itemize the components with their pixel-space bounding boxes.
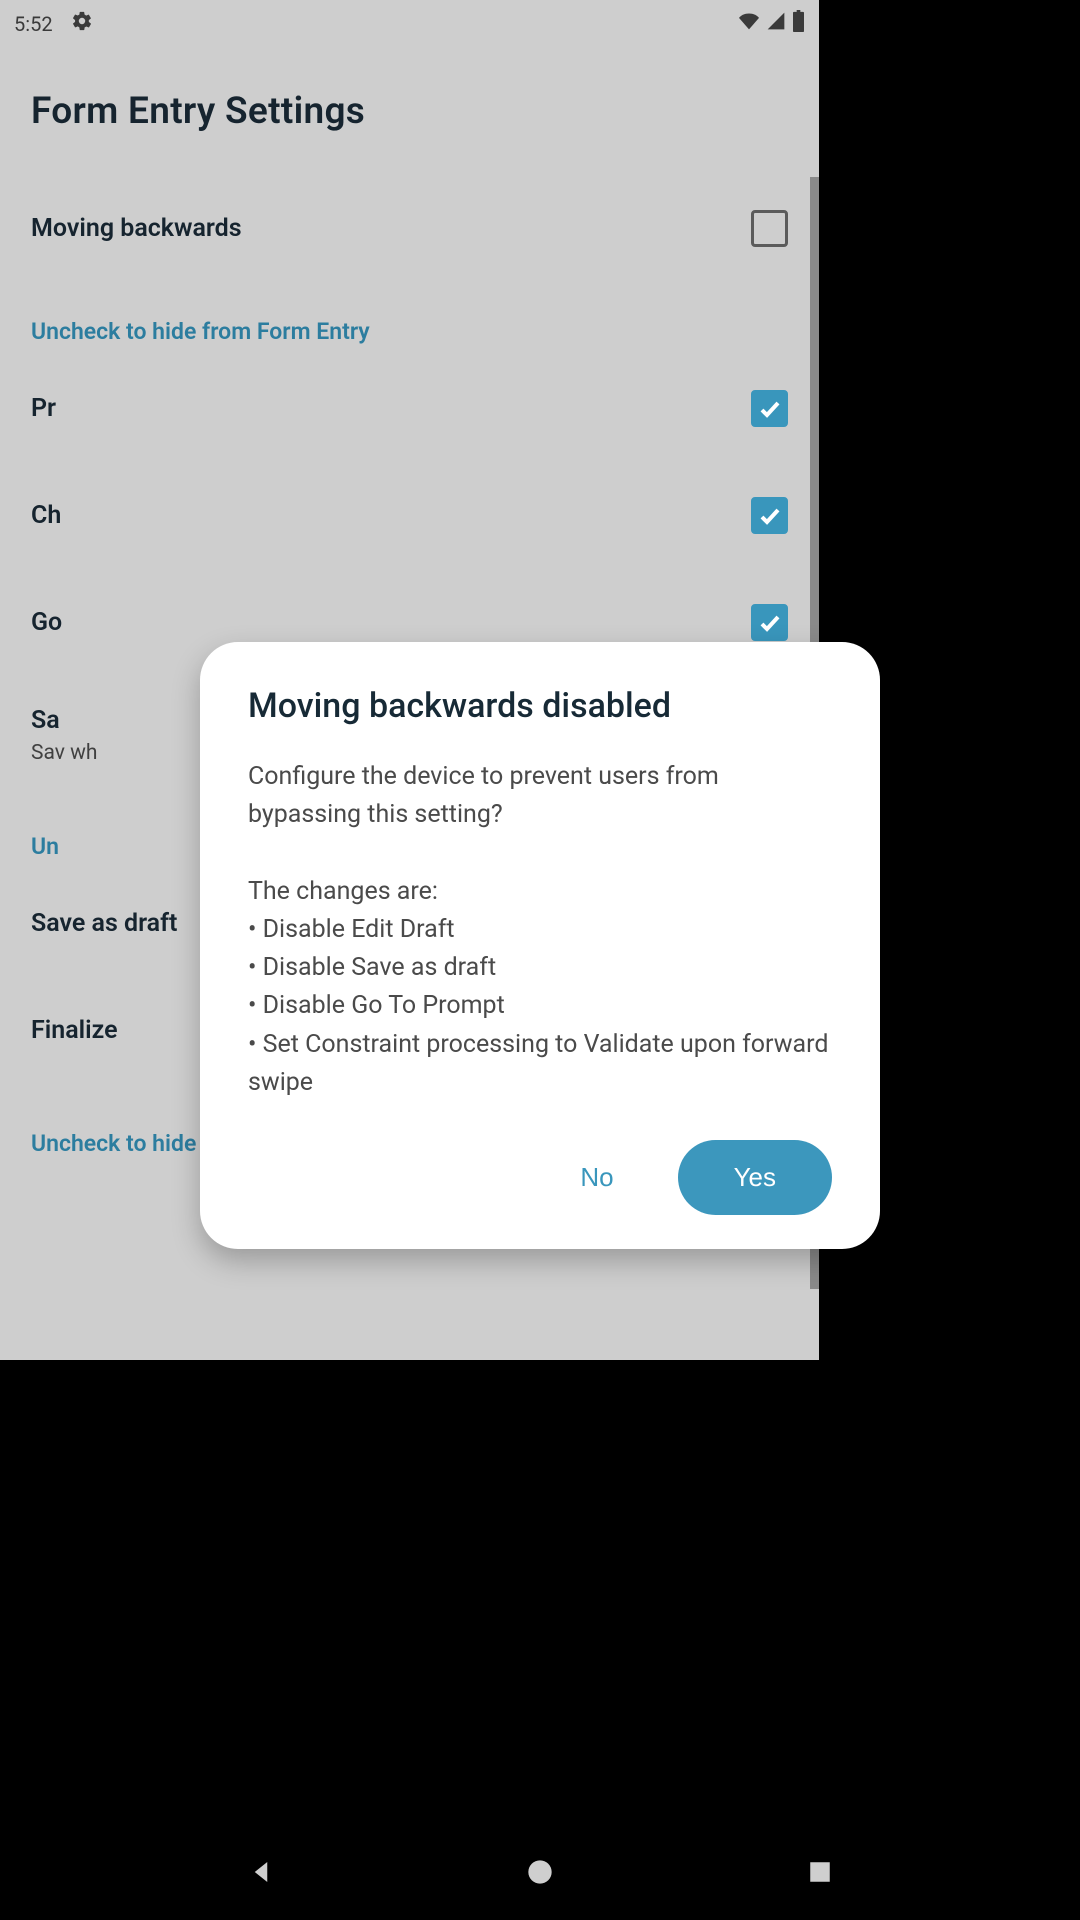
pref-moving-backwards[interactable]: Moving backwards [0, 175, 819, 282]
pref-title: Moving backwards [31, 214, 731, 243]
checkbox[interactable] [751, 390, 788, 427]
no-button[interactable]: No [560, 1144, 633, 1211]
wifi-icon [738, 11, 760, 36]
yes-button[interactable]: Yes [678, 1140, 832, 1215]
pref-title: Go [31, 608, 731, 637]
pref-title: Pr [31, 394, 731, 423]
checkbox[interactable] [751, 497, 788, 534]
dialog-body: Configure the device to prevent users fr… [248, 758, 832, 1102]
dialog-title: Moving backwards disabled [248, 686, 832, 726]
pref-title: Ch [31, 501, 731, 530]
dialog-moving-backwards-disabled: Moving backwards disabled Configure the … [200, 642, 880, 1249]
section-uncheck-form-entry: Uncheck to hide from Form Entry [0, 282, 819, 355]
back-button[interactable] [242, 1853, 280, 1891]
status-right [738, 10, 805, 37]
gear-icon [71, 10, 93, 37]
recent-button[interactable] [801, 1853, 839, 1891]
nav-bar [0, 1824, 1080, 1920]
page-title: Form Entry Settings [31, 90, 365, 133]
pref-unknown-ch[interactable]: Ch [0, 462, 819, 569]
checkbox-moving-backwards[interactable] [751, 210, 788, 247]
status-left: 5:52 [14, 10, 93, 37]
status-bar: 5:52 [0, 0, 819, 47]
app-bar: Form Entry Settings [0, 47, 819, 175]
home-button[interactable] [521, 1853, 559, 1891]
status-time: 5:52 [14, 12, 53, 36]
pref-unknown-pr[interactable]: Pr [0, 355, 819, 462]
dialog-actions: No Yes [248, 1140, 832, 1215]
battery-icon [792, 10, 805, 37]
cell-icon [766, 11, 786, 36]
checkbox[interactable] [751, 604, 788, 641]
